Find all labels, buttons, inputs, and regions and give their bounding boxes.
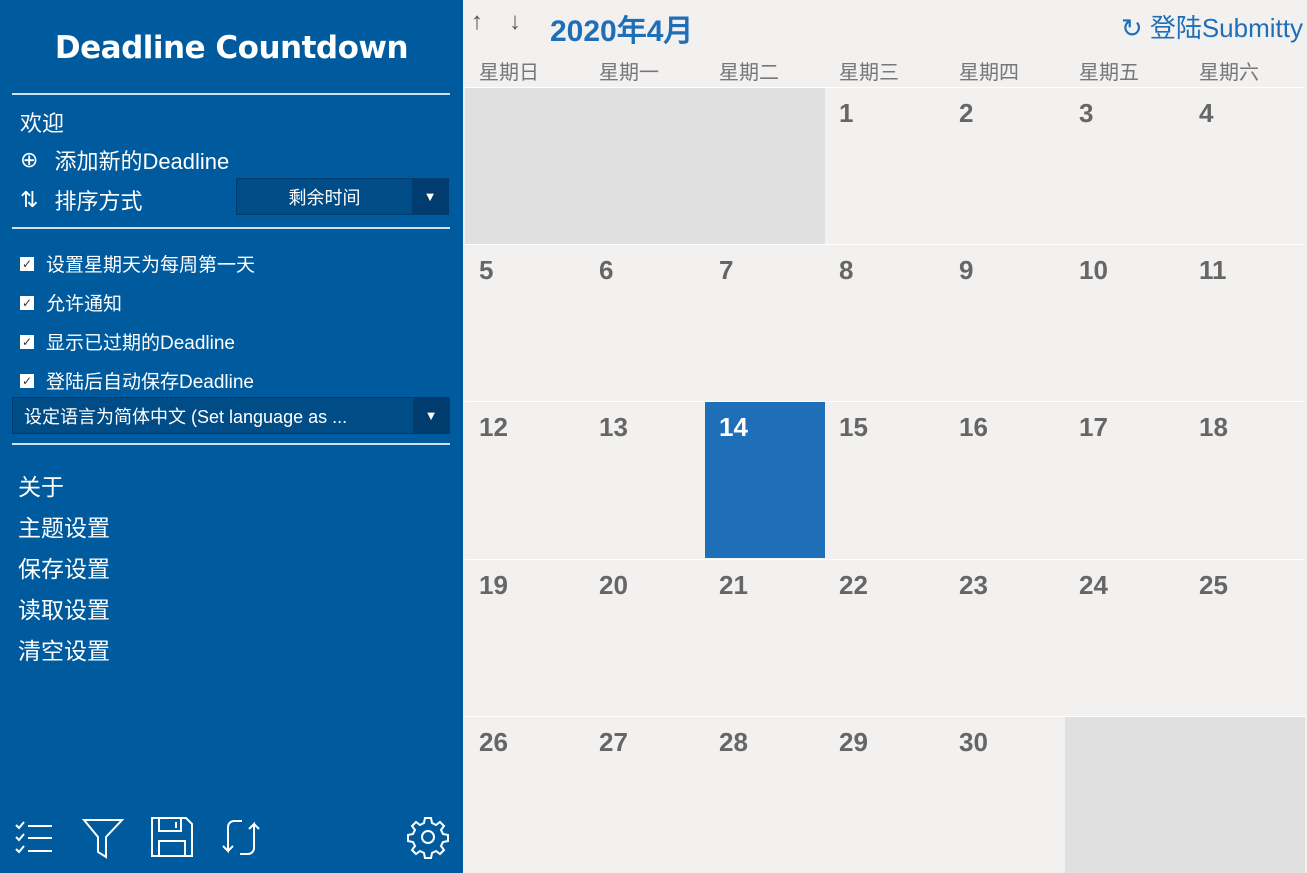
empty-day-cell bbox=[1185, 715, 1305, 873]
link-theme-settings[interactable]: 主题设置 bbox=[18, 509, 110, 543]
login-submitty-button[interactable]: ↻ 登陆Submitty bbox=[1121, 8, 1303, 45]
day-cell[interactable]: 15 bbox=[825, 401, 945, 558]
add-circle-icon: ⊕ bbox=[20, 147, 39, 172]
link-load-settings[interactable]: 读取设置 bbox=[18, 591, 110, 625]
option-allow-notifications[interactable]: ✓ 允许通知 bbox=[20, 289, 122, 316]
day-cell[interactable]: 13 bbox=[585, 401, 705, 558]
day-cell[interactable]: 17 bbox=[1065, 401, 1185, 558]
option-show-expired[interactable]: ✓ 显示已过期的Deadline bbox=[20, 328, 235, 355]
empty-day-cell bbox=[705, 87, 825, 244]
calendar: ↑ ↓ 2020年4月 ↻ 登陆Submitty 星期日 星期一 星期二 星期三 星期四… bbox=[463, 0, 1307, 873]
month-title: 2020年4月 bbox=[550, 15, 694, 48]
day-cell[interactable]: 8 bbox=[825, 244, 945, 401]
today-cell[interactable]: 14 bbox=[705, 401, 825, 559]
empty-day-cell bbox=[1065, 715, 1185, 873]
login-label: 登陆Submitty bbox=[1149, 13, 1303, 43]
link-about[interactable]: 关于 bbox=[18, 468, 64, 502]
day-cell[interactable]: 26 bbox=[465, 715, 585, 873]
day-cell[interactable]: 25 bbox=[1185, 558, 1305, 716]
divider bbox=[12, 443, 450, 445]
add-deadline-button[interactable]: ⊕ 添加新的Deadline bbox=[20, 144, 229, 176]
weekday-header: 星期二 bbox=[719, 62, 779, 84]
day-cell[interactable]: 30 bbox=[945, 715, 1065, 873]
weekday-header: 星期三 bbox=[839, 62, 899, 84]
day-cell[interactable]: 16 bbox=[945, 401, 1065, 558]
next-month-arrow-icon[interactable]: ↓ bbox=[509, 8, 521, 36]
previous-month-arrow-icon[interactable]: ↑ bbox=[471, 8, 483, 36]
sort-label: 排序方式 bbox=[54, 189, 143, 214]
checklist-icon[interactable] bbox=[14, 815, 56, 859]
bottom-toolbar bbox=[0, 815, 463, 865]
option-label: 设置星期天为每周第一天 bbox=[46, 255, 256, 276]
chevron-down-icon: ▼ bbox=[413, 398, 449, 433]
empty-day-cell bbox=[585, 87, 705, 244]
link-save-settings[interactable]: 保存设置 bbox=[18, 550, 110, 584]
option-label: 显示已过期的Deadline bbox=[46, 333, 235, 354]
filter-icon[interactable] bbox=[82, 815, 124, 859]
save-icon[interactable] bbox=[150, 815, 194, 859]
day-cell[interactable]: 21 bbox=[705, 558, 825, 716]
day-cell[interactable]: 19 bbox=[465, 558, 585, 716]
day-cell[interactable]: 11 bbox=[1185, 244, 1305, 401]
welcome-link[interactable]: 欢迎 bbox=[20, 106, 64, 138]
checkbox-checked-icon[interactable]: ✓ bbox=[20, 373, 34, 388]
weekday-header: 星期五 bbox=[1079, 62, 1139, 84]
day-cell[interactable]: 20 bbox=[585, 558, 705, 716]
checkbox-checked-icon[interactable]: ✓ bbox=[20, 295, 34, 310]
sort-select[interactable]: 剩余时间 ▼ bbox=[236, 178, 449, 215]
day-cell[interactable]: 2 bbox=[945, 87, 1065, 244]
day-cell[interactable]: 18 bbox=[1185, 401, 1305, 558]
weekday-header: 星期一 bbox=[599, 62, 659, 84]
checkbox-checked-icon[interactable]: ✓ bbox=[20, 256, 34, 271]
divider bbox=[12, 227, 450, 229]
day-cell[interactable]: 23 bbox=[945, 558, 1065, 716]
divider bbox=[12, 93, 450, 95]
language-select-value: 设定语言为简体中文 (Set language as ... bbox=[24, 406, 348, 427]
app-title: Deadline Countdown bbox=[54, 30, 409, 66]
sort-icon: ⇅ bbox=[20, 187, 39, 212]
day-cell[interactable]: 27 bbox=[585, 715, 705, 873]
day-cell[interactable]: 6 bbox=[585, 244, 705, 401]
option-label: 允许通知 bbox=[46, 294, 123, 315]
option-week-start-sunday[interactable]: ✓ 设置星期天为每周第一天 bbox=[20, 250, 255, 277]
language-select[interactable]: 设定语言为简体中文 (Set language as ... ▼ bbox=[12, 397, 450, 434]
empty-day-cell bbox=[465, 87, 585, 244]
option-autosave[interactable]: ✓ 登陆后自动保存Deadline bbox=[20, 367, 254, 394]
day-cell[interactable]: 24 bbox=[1065, 558, 1185, 716]
day-cell[interactable]: 28 bbox=[705, 715, 825, 873]
chevron-down-icon: ▼ bbox=[412, 179, 448, 214]
day-cell[interactable]: 29 bbox=[825, 715, 945, 873]
option-label: 登陆后自动保存Deadline bbox=[46, 372, 254, 393]
sidebar: Deadline Countdown 欢迎 ⊕ 添加新的Deadline ⇅ 排… bbox=[0, 0, 463, 873]
sort-label-row: ⇅ 排序方式 bbox=[20, 184, 142, 216]
link-clear-settings[interactable]: 清空设置 bbox=[18, 632, 110, 666]
day-cell[interactable]: 12 bbox=[465, 401, 585, 558]
day-cell[interactable]: 22 bbox=[825, 558, 945, 716]
day-cell[interactable]: 3 bbox=[1065, 87, 1185, 244]
weekday-header: 星期六 bbox=[1199, 62, 1259, 84]
sort-select-value: 剩余时间 bbox=[288, 187, 361, 208]
day-cell[interactable]: 1 bbox=[825, 87, 945, 244]
day-cell[interactable]: 5 bbox=[465, 244, 585, 401]
day-cell[interactable]: 7 bbox=[705, 244, 825, 401]
day-cell[interactable]: 4 bbox=[1185, 87, 1305, 244]
add-deadline-label: 添加新的Deadline bbox=[54, 149, 230, 174]
day-cell[interactable]: 10 bbox=[1065, 244, 1185, 401]
checkbox-checked-icon[interactable]: ✓ bbox=[20, 334, 34, 349]
weekday-header: 星期四 bbox=[959, 62, 1019, 84]
gear-icon[interactable] bbox=[406, 815, 450, 859]
weekday-header: 星期日 bbox=[479, 62, 539, 84]
sync-icon[interactable] bbox=[220, 815, 262, 859]
refresh-icon: ↻ bbox=[1120, 13, 1150, 43]
day-cell[interactable]: 9 bbox=[945, 244, 1065, 401]
